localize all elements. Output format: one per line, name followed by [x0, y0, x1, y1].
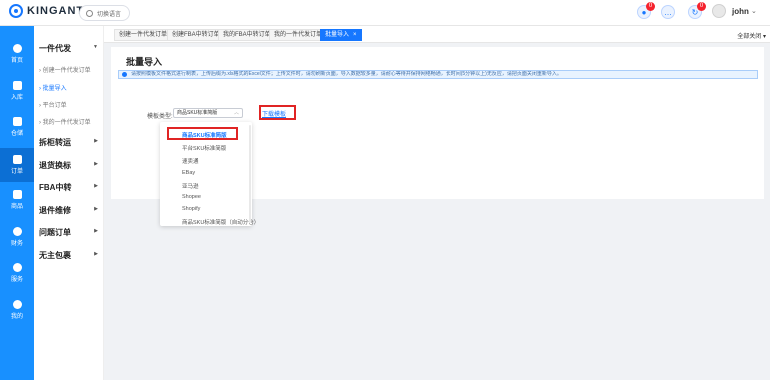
sub-menu: 一件代发 ▼ › 创建一件代发订单 › 批量导入 › 平台订单 › 我的一件代发订…	[34, 26, 104, 380]
menu-item-my-dropship[interactable]: › 我的一件代发订单	[39, 117, 91, 126]
menu-group-label: 问题订单	[39, 228, 71, 237]
nav-item-label: 入库	[10, 95, 23, 101]
nav-item-profile[interactable]: 我的	[0, 293, 34, 327]
chevron-down-icon: ▶	[94, 206, 98, 212]
dropdown-option[interactable]: 速卖通	[182, 157, 199, 165]
dropdown-scrollbar[interactable]	[249, 125, 251, 223]
logo-text: KINGANT	[27, 5, 85, 17]
nav-item-label: 财务	[10, 241, 23, 247]
close-all-label: 全部关闭	[737, 34, 762, 40]
dropdown-option[interactable]: 亚马逊	[182, 182, 199, 190]
menu-item-label: 我的一件代发订单	[42, 120, 91, 126]
nav-item-label: 订单	[10, 169, 23, 175]
language-switch-button[interactable]: 切换语言	[79, 5, 131, 21]
nav-item-label: 仓储	[10, 131, 23, 137]
chevron-down-icon: ▶	[94, 183, 98, 189]
menu-item-label: 批量导入	[42, 86, 67, 92]
menu-item-label: 创建一件代发订单	[42, 68, 91, 74]
nav-item-orders[interactable]: 订单	[0, 148, 34, 182]
tab-create-fba[interactable]: 创建FBA中转订单	[167, 29, 225, 41]
info-notice: 请按照模板文件格式进行制表，上传后缀为.xls格式的Excel文件；上传文件时，…	[118, 70, 758, 79]
menu-item-batch-import[interactable]: › 批量导入	[39, 83, 67, 92]
menu-item-create-dropship[interactable]: › 创建一件代发订单	[39, 65, 91, 74]
top-bar: KINGANT 切换语言 ● 0 … ↻ 0 john ⌄	[0, 0, 770, 26]
warehouse-icon	[12, 117, 22, 126]
tab-create-dropship[interactable]: 创建一件代发订单	[114, 29, 173, 41]
template-type-value: 商品SKU标准简版	[177, 110, 218, 116]
service-icon	[12, 263, 22, 272]
user-name[interactable]: john	[732, 7, 749, 16]
info-icon	[122, 72, 127, 77]
chevron-down-icon: ▶	[94, 251, 98, 257]
nav-item-inbound[interactable]: 入库	[0, 74, 34, 108]
menu-group-dropship[interactable]: 一件代发 ▼	[39, 43, 101, 54]
download-template-link[interactable]: 下载模板	[262, 109, 286, 118]
order-icon	[12, 155, 22, 164]
template-type-select[interactable]: 商品SKU标准简版 ︿	[173, 108, 243, 118]
menu-group-label: 拆柜转运	[39, 138, 71, 147]
menu-group-label: 无主包裹	[39, 251, 71, 260]
nav-item-label: 商品	[10, 204, 23, 210]
dropdown-option[interactable]: Shopee	[182, 194, 201, 200]
language-switch-label: 切换语言	[97, 11, 122, 18]
finance-icon	[12, 227, 22, 236]
chevron-up-icon: ︿	[233, 110, 239, 116]
user-icon	[12, 300, 22, 309]
selected-option-highlight	[167, 127, 238, 140]
menu-group-transfer[interactable]: 拆柜转运 ▶	[39, 137, 101, 148]
menu-item-label: 平台订单	[42, 103, 67, 109]
notification-badge: 0	[697, 2, 706, 11]
notice-text: 请按照模板文件格式进行制表，上传后缀为.xls格式的Excel文件；上传文件时，…	[131, 71, 562, 77]
inbound-icon	[12, 81, 22, 90]
close-all-tabs-button[interactable]: 全部关闭 ▾	[737, 31, 766, 40]
nav-item-service[interactable]: 服务	[0, 256, 34, 290]
close-icon[interactable]: ×	[353, 32, 357, 38]
tab-label: 批量导入	[325, 32, 350, 38]
product-icon	[12, 190, 22, 199]
menu-group-return[interactable]: 退货换标 ▶	[39, 160, 101, 171]
nav-item-home[interactable]: 首页	[0, 37, 34, 71]
logo[interactable]: KINGANT	[9, 4, 84, 18]
dropdown-option[interactable]: EBay	[182, 170, 195, 176]
home-icon	[12, 44, 22, 53]
menu-group-label: 退件维修	[39, 206, 71, 215]
dropdown-option[interactable]: Shopify	[182, 206, 200, 212]
chevron-down-icon: ▶	[94, 228, 98, 234]
main-nav: 首页 入库 仓储 订单 商品 财务 服务 我的	[0, 26, 34, 380]
menu-group-unclaimed[interactable]: 无主包裹 ▶	[39, 250, 101, 261]
menu-group-issue[interactable]: 问题订单 ▶	[39, 227, 101, 238]
template-type-label: 模板类型:	[147, 114, 173, 120]
menu-group-label: 一件代发	[39, 44, 71, 53]
menu-group-fba[interactable]: FBA中转 ▶	[39, 182, 101, 193]
chevron-down-icon: ▶	[94, 161, 98, 167]
globe-icon	[86, 9, 93, 17]
menu-group-label: 退货换标	[39, 161, 71, 170]
notification-badge: 0	[646, 2, 655, 11]
tab-batch-import[interactable]: 批量导入 ×	[320, 29, 362, 41]
chevron-down-icon: ▾	[762, 34, 766, 40]
tab-my-fba[interactable]: 我的FBA中转订单	[218, 29, 276, 41]
chat-icon[interactable]: …	[661, 5, 675, 19]
avatar[interactable]	[712, 4, 726, 18]
menu-group-label: FBA中转	[39, 183, 72, 192]
logo-icon	[9, 4, 23, 18]
page-title: 批量导入	[126, 57, 163, 67]
nav-item-label: 我的	[10, 314, 23, 320]
bell-icon[interactable]: ● 0	[637, 2, 655, 19]
chevron-down-icon: ▼	[93, 44, 98, 50]
menu-item-platform-orders[interactable]: › 平台订单	[39, 100, 67, 109]
nav-item-warehouse[interactable]: 仓储	[0, 110, 34, 144]
nav-item-label: 服务	[10, 277, 23, 283]
dropdown-option[interactable]: 商品SKU标准简版（自动分仓）	[182, 218, 259, 226]
menu-group-repair[interactable]: 退件维修 ▶	[39, 205, 101, 216]
nav-item-products[interactable]: 商品	[0, 183, 34, 217]
nav-item-finance[interactable]: 财务	[0, 220, 34, 254]
chevron-down-icon[interactable]: ⌄	[751, 7, 757, 15]
dropdown-option[interactable]: 平台SKU标准简版	[182, 144, 226, 152]
chevron-down-icon: ▶	[94, 138, 98, 144]
refresh-icon[interactable]: ↻ 0	[688, 2, 706, 19]
nav-item-label: 首页	[10, 58, 23, 64]
tab-bar: 创建一件代发订单 创建FBA中转订单 我的FBA中转订单 我的一件代发订单 批量…	[104, 26, 770, 43]
tab-my-dropship[interactable]: 我的一件代发订单	[269, 29, 328, 41]
